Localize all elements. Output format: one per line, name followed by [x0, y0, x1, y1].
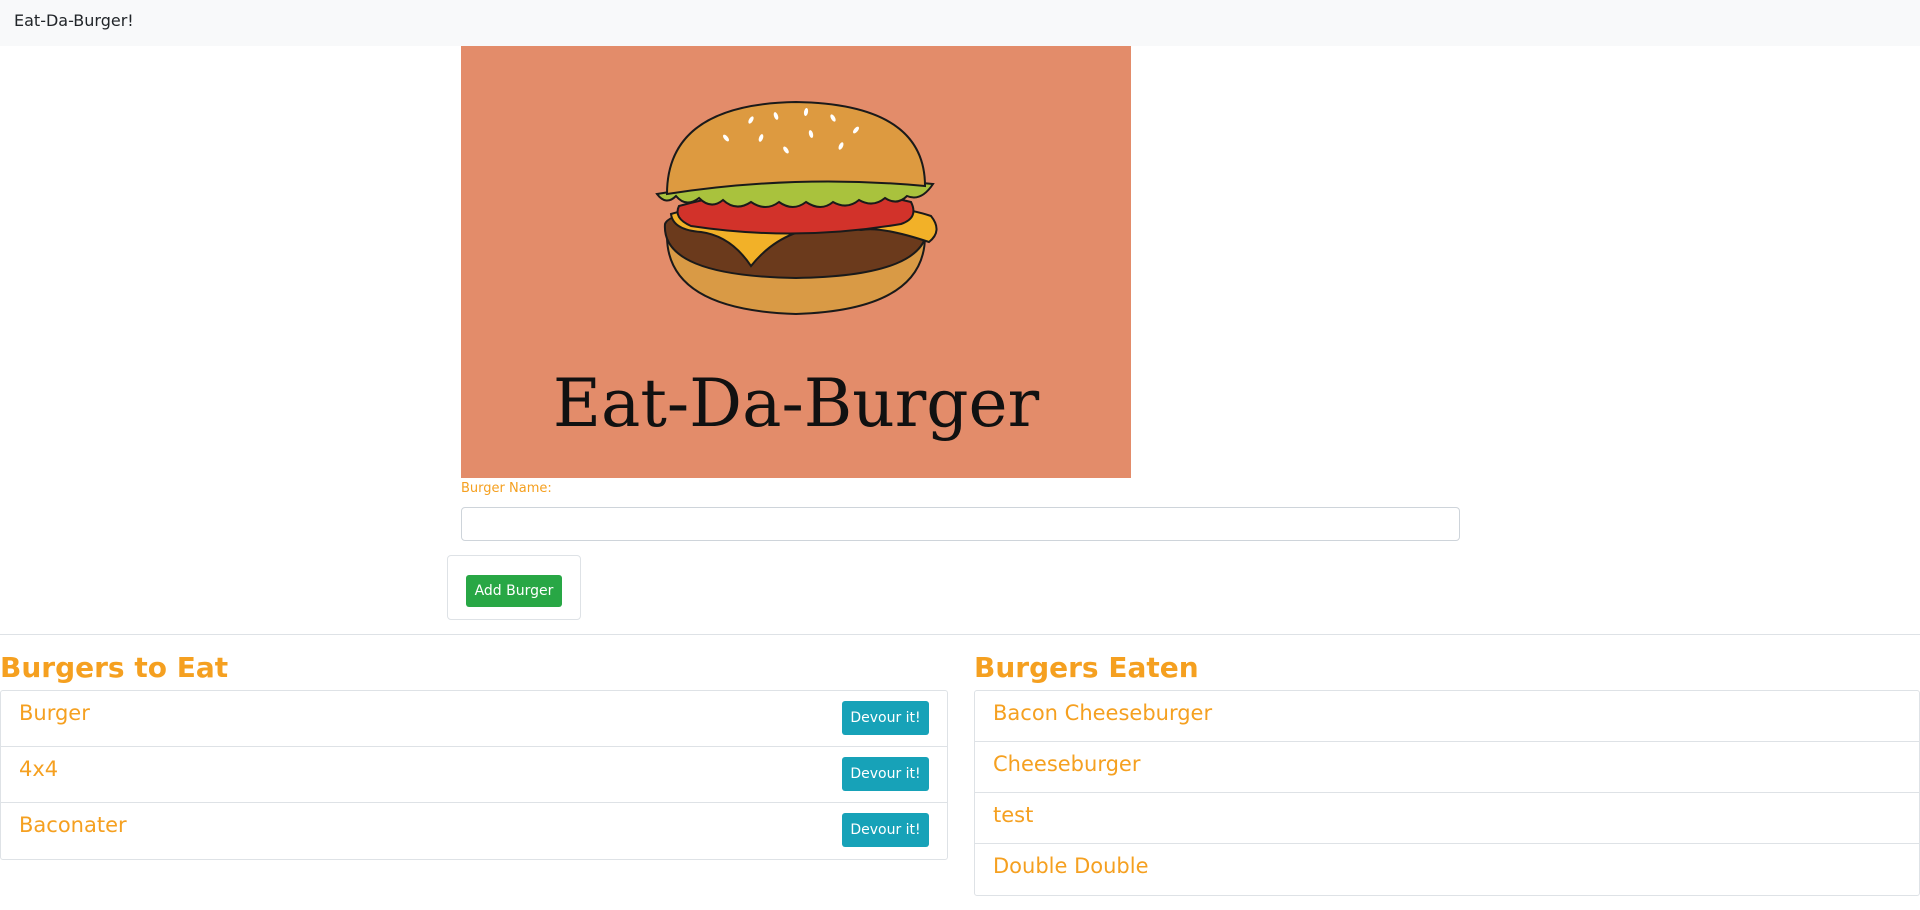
- burger-illustration: Eat-Da-Burger: [553, 100, 1040, 442]
- add-burger-button[interactable]: Add Burger: [466, 575, 562, 607]
- navbar: Eat-Da-Burger!: [0, 0, 1920, 46]
- burgers-eaten-list: Bacon Cheeseburger Cheeseburger test Dou…: [974, 690, 1920, 896]
- burger-name: test: [993, 803, 1034, 827]
- list-item: Baconater Devour it!: [1, 803, 947, 859]
- list-item: Cheeseburger: [975, 742, 1919, 793]
- add-burger-container: Add Burger: [447, 555, 581, 620]
- list-item: Burger Devour it!: [1, 691, 947, 747]
- hero-logo-image: Eat-Da-Burger: [461, 46, 1131, 478]
- list-item: test: [975, 793, 1919, 844]
- list-item: Double Double: [975, 844, 1919, 895]
- devour-button[interactable]: Devour it!: [842, 757, 929, 791]
- navbar-brand[interactable]: Eat-Da-Burger!: [14, 11, 134, 30]
- devour-button[interactable]: Devour it!: [842, 813, 929, 847]
- burger-name: Double Double: [993, 854, 1149, 878]
- devour-button[interactable]: Devour it!: [842, 701, 929, 735]
- burger-name: Burger: [19, 701, 90, 725]
- hero-logo-text: Eat-Da-Burger: [553, 365, 1040, 442]
- list-item: 4x4 Devour it!: [1, 747, 947, 803]
- burger-name: 4x4: [19, 757, 59, 781]
- section-divider: [0, 634, 1920, 635]
- burger-name: Baconater: [19, 813, 127, 837]
- burger-name: Bacon Cheeseburger: [993, 701, 1213, 725]
- burger-name-input[interactable]: [461, 507, 1460, 541]
- burgers-to-eat-list: Burger Devour it! 4x4 Devour it! Baconat…: [0, 690, 948, 860]
- burger-name-label: Burger Name:: [461, 481, 552, 496]
- burgers-eaten-title: Burgers Eaten: [974, 651, 1199, 684]
- list-item: Bacon Cheeseburger: [975, 691, 1919, 742]
- burger-name: Cheeseburger: [993, 752, 1141, 776]
- burgers-to-eat-title: Burgers to Eat: [0, 651, 229, 684]
